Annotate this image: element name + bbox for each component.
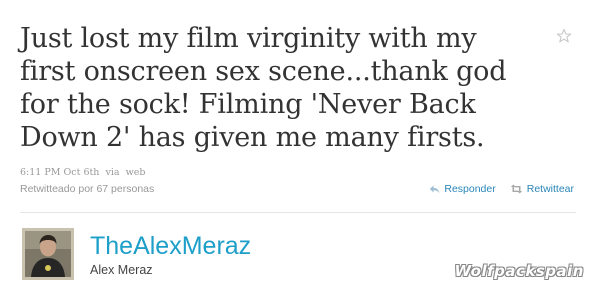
- tweet-meta: 6:11 PM Oct 6th via web: [20, 167, 148, 178]
- favorite-star-icon[interactable]: [556, 28, 572, 44]
- reply-arrow-icon: [430, 185, 440, 193]
- tweet-timestamp[interactable]: 6:11 PM Oct 6th: [20, 167, 99, 178]
- tweet-text: Just lost my film virginity with my firs…: [20, 23, 507, 153]
- tweet-card: Just lost my film virginity with my firs…: [0, 0, 596, 297]
- reply-label: Responder: [444, 183, 496, 195]
- user-photo-avatar: [25, 231, 71, 277]
- reply-button[interactable]: Responder: [429, 183, 496, 195]
- retweet-button[interactable]: Retwittear: [510, 183, 574, 195]
- retweet-count: Retwitteado por 67 personas: [20, 183, 155, 195]
- tweet-actions: Responder Retwittear: [415, 183, 574, 195]
- watermark: Wolfpackspain: [454, 262, 584, 280]
- author-avatar[interactable]: [22, 228, 74, 280]
- author-screen-name[interactable]: TheAlexMeraz: [90, 232, 251, 260]
- via-source[interactable]: web: [126, 167, 146, 178]
- divider: [20, 212, 576, 213]
- author-full-name: Alex Meraz: [90, 263, 153, 277]
- retweet-icon: [510, 184, 522, 194]
- via-label: via: [105, 167, 120, 178]
- retweet-label: Retwittear: [526, 183, 574, 195]
